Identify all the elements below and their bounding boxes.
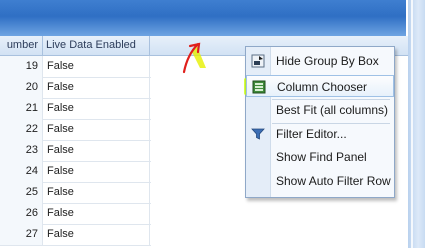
menu-item-label: Hide Group By Box: [276, 54, 379, 68]
menu-item-label: Filter Editor...: [276, 127, 347, 141]
column-header-live-data-enabled[interactable]: Live Data Enabled: [43, 36, 150, 55]
cell-number: 24: [0, 161, 43, 182]
group-by-box-icon: [251, 54, 265, 68]
table-row[interactable]: 24 False: [0, 161, 151, 183]
menu-item-column-chooser[interactable]: Column Chooser: [246, 75, 394, 97]
cell-live-data-enabled[interactable]: False: [43, 119, 150, 140]
column-header-number[interactable]: umber: [0, 36, 43, 55]
table-row[interactable]: 22 False: [0, 119, 151, 141]
table-row[interactable]: 19 False: [0, 56, 151, 78]
scrollbar-seam: [411, 0, 413, 248]
cell-live-data-enabled[interactable]: False: [43, 224, 150, 245]
cell-live-data-enabled[interactable]: False: [43, 56, 150, 77]
table-row[interactable]: 25 False: [0, 182, 151, 204]
cell-live-data-enabled[interactable]: False: [43, 161, 150, 182]
table-row[interactable]: 26 False: [0, 203, 151, 225]
table-row[interactable]: 21 False: [0, 98, 151, 120]
filter-icon: [251, 128, 265, 140]
menu-item-hide-group-by-box[interactable]: Hide Group By Box: [246, 50, 394, 72]
cell-number: 20: [0, 77, 43, 98]
cell-live-data-enabled[interactable]: False: [43, 98, 150, 119]
cell-number: 26: [0, 203, 43, 224]
menu-item-label: Best Fit (all columns): [276, 103, 389, 117]
column-header-context-menu: Hide Group By Box Column Chooser Best Fi…: [244, 46, 395, 198]
cell-number: 23: [0, 140, 43, 161]
menu-item-show-find-panel[interactable]: Show Find Panel: [246, 146, 394, 168]
menu-item-label: Show Auto Filter Row: [276, 174, 391, 188]
vertical-scrollbar[interactable]: [408, 0, 425, 248]
cell-number: 25: [0, 182, 43, 203]
table-row[interactable]: 27 False: [0, 224, 151, 246]
menu-item-label: Show Find Panel: [276, 150, 367, 164]
column-chooser-icon: [252, 80, 266, 94]
cell-live-data-enabled[interactable]: False: [43, 182, 150, 203]
table-row[interactable]: 23 False: [0, 140, 151, 162]
cell-live-data-enabled[interactable]: False: [43, 77, 150, 98]
cell-number: 19: [0, 56, 43, 77]
menu-item-label: Column Chooser: [277, 80, 368, 94]
cell-number: 27: [0, 224, 43, 245]
menu-item-show-auto-filter-row[interactable]: Show Auto Filter Row: [246, 170, 394, 192]
cell-number: 21: [0, 98, 43, 119]
annotation-arrow-icon: [182, 42, 206, 74]
table-row[interactable]: 20 False: [0, 77, 151, 99]
menu-item-filter-editor[interactable]: Filter Editor...: [246, 123, 394, 145]
cell-live-data-enabled[interactable]: False: [43, 140, 150, 161]
cell-number: 22: [0, 119, 43, 140]
menu-item-best-fit-all-columns[interactable]: Best Fit (all columns): [246, 99, 394, 121]
window-header-band: [0, 0, 406, 36]
cell-live-data-enabled[interactable]: False: [43, 203, 150, 224]
